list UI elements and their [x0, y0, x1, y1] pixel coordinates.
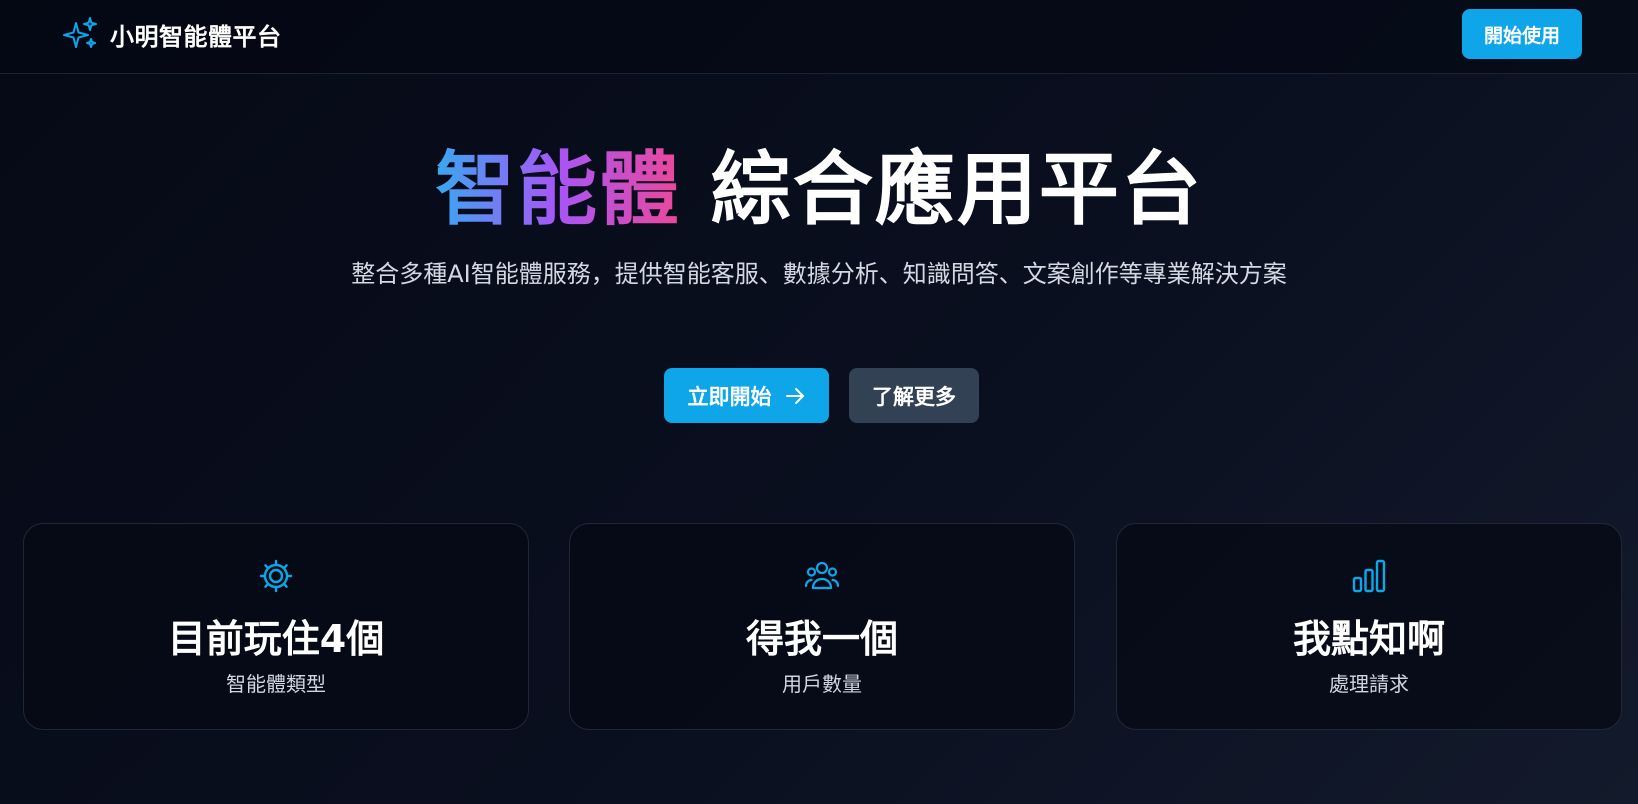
hero-title: 智能體 綜合應用平台 — [0, 140, 1638, 240]
stat-value: 得我一個 — [745, 617, 898, 661]
stat-card-requests: 我點知啊 處理請求 — [1116, 523, 1622, 730]
stat-label: 智能體類型 — [226, 672, 326, 696]
gear-icon — [259, 559, 293, 593]
stat-label: 處理請求 — [1329, 672, 1409, 696]
start-now-label: 立即開始 — [687, 384, 772, 409]
bar-chart-icon — [1352, 559, 1386, 593]
brand[interactable]: 小明智能體平台 — [62, 14, 282, 54]
stat-card-user-count: 得我一個 用戶數量 — [569, 523, 1075, 730]
stat-label: 用戶數量 — [782, 672, 862, 696]
hero-title-rest: 綜合應用平台 — [710, 143, 1203, 236]
sparkles-icon — [63, 17, 97, 48]
get-started-button[interactable]: 開始使用 — [1462, 9, 1582, 59]
learn-more-button[interactable]: 了解更多 — [849, 368, 979, 423]
top-navbar: 小明智能體平台 開始使用 — [0, 0, 1638, 74]
brand-name: 小明智能體平台 — [110, 22, 282, 51]
hero-subtitle: 整合多種AI智能體服務，提供智能客服、數據分析、知識問答、文案創作等專業解決方案 — [351, 260, 1287, 288]
arrow-right-icon — [785, 387, 804, 404]
users-icon — [804, 561, 840, 590]
hero-title-highlight: 智能體 — [435, 143, 682, 236]
start-now-button[interactable]: 立即開始 — [664, 368, 829, 423]
stat-value: 目前玩住4個 — [167, 617, 385, 661]
stat-value: 我點知啊 — [1292, 617, 1445, 661]
stat-card-agent-types: 目前玩住4個 智能體類型 — [23, 523, 529, 730]
